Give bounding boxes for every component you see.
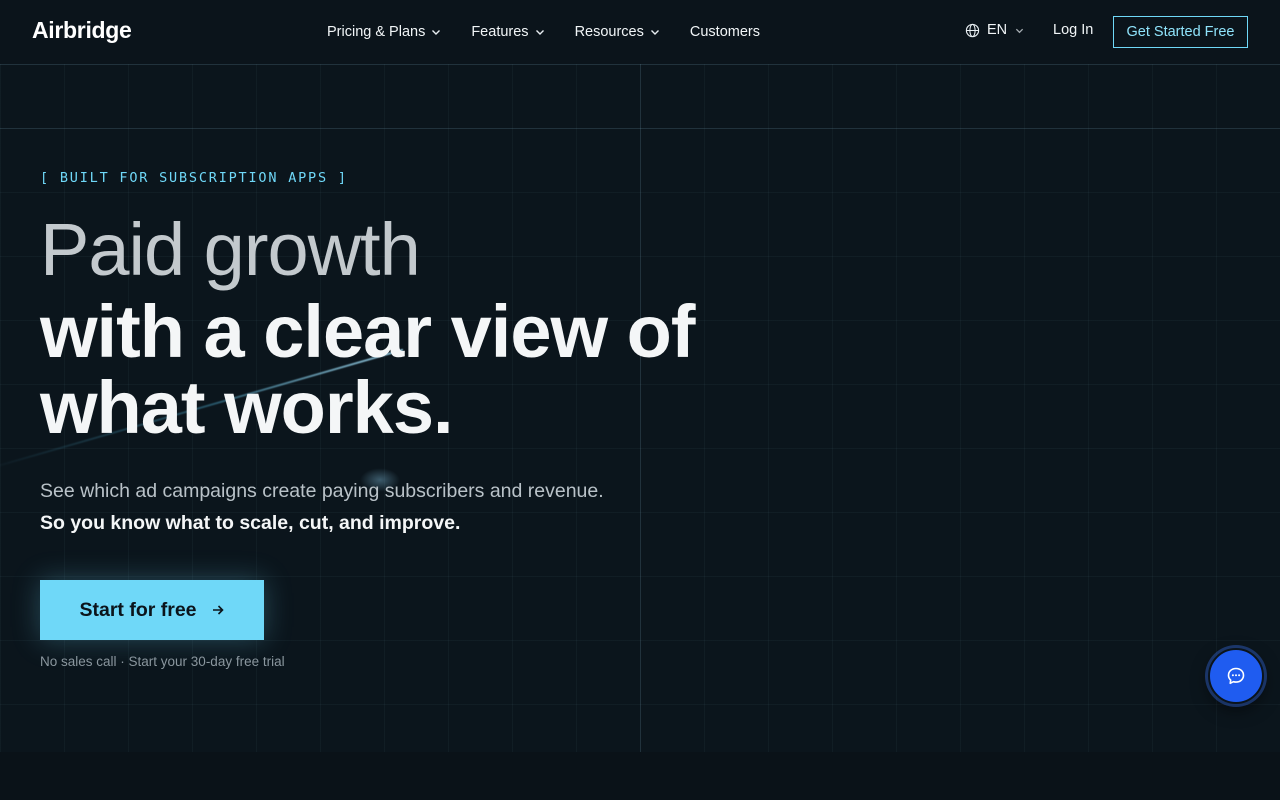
headline-light: Paid growth	[40, 208, 421, 291]
nav-item-customers[interactable]: Customers	[690, 22, 760, 42]
subheadline: See which ad campaigns create paying sub…	[40, 480, 604, 502]
language-selector[interactable]: EN	[965, 22, 1024, 38]
nav-item-pricing[interactable]: Pricing & Plans	[327, 22, 441, 42]
globe-icon	[965, 23, 980, 37]
nav-item-label: Resources	[574, 24, 644, 40]
logo[interactable]: Airbridge	[32, 17, 132, 44]
nav-item-features[interactable]: Features	[471, 22, 544, 42]
chat-button[interactable]	[1208, 648, 1264, 704]
language-label: EN	[987, 22, 1008, 38]
nav-item-label: Pricing & Plans	[327, 24, 426, 40]
nav-item-resources[interactable]: Resources	[575, 22, 660, 42]
headline-bold: with a clear view of what works.	[40, 290, 695, 449]
site-header: Airbridge Pricing & Plans Features Resou…	[0, 0, 1280, 64]
chevron-down-icon	[650, 30, 659, 35]
trial-note: No sales call · Start your 30-day free t…	[40, 654, 285, 669]
nav-item-label: Customers	[689, 24, 760, 40]
next-section	[0, 752, 1280, 800]
page: Airbridge Pricing & Plans Features Resou…	[0, 0, 1280, 800]
arrow-right-icon	[212, 605, 224, 615]
login-link[interactable]: Log In	[1053, 22, 1093, 38]
nav-item-label: Features	[471, 24, 529, 40]
chat-bubble-icon	[1227, 667, 1245, 685]
chevron-down-icon	[432, 30, 441, 35]
get-started-button[interactable]: Get Started Free	[1113, 16, 1248, 48]
chevron-down-icon	[535, 30, 544, 35]
chevron-down-icon	[1016, 28, 1024, 33]
start-button-label: Start for free	[79, 598, 197, 621]
main-nav: Pricing & Plans Features Resources Custo…	[327, 22, 790, 42]
subheadline-bold: So you know what to scale, cut, and impr…	[40, 512, 461, 534]
eyebrow-label: [ BUILT FOR SUBSCRIPTION APPS ]	[40, 170, 348, 186]
start-for-free-button[interactable]: Start for free	[40, 580, 264, 640]
